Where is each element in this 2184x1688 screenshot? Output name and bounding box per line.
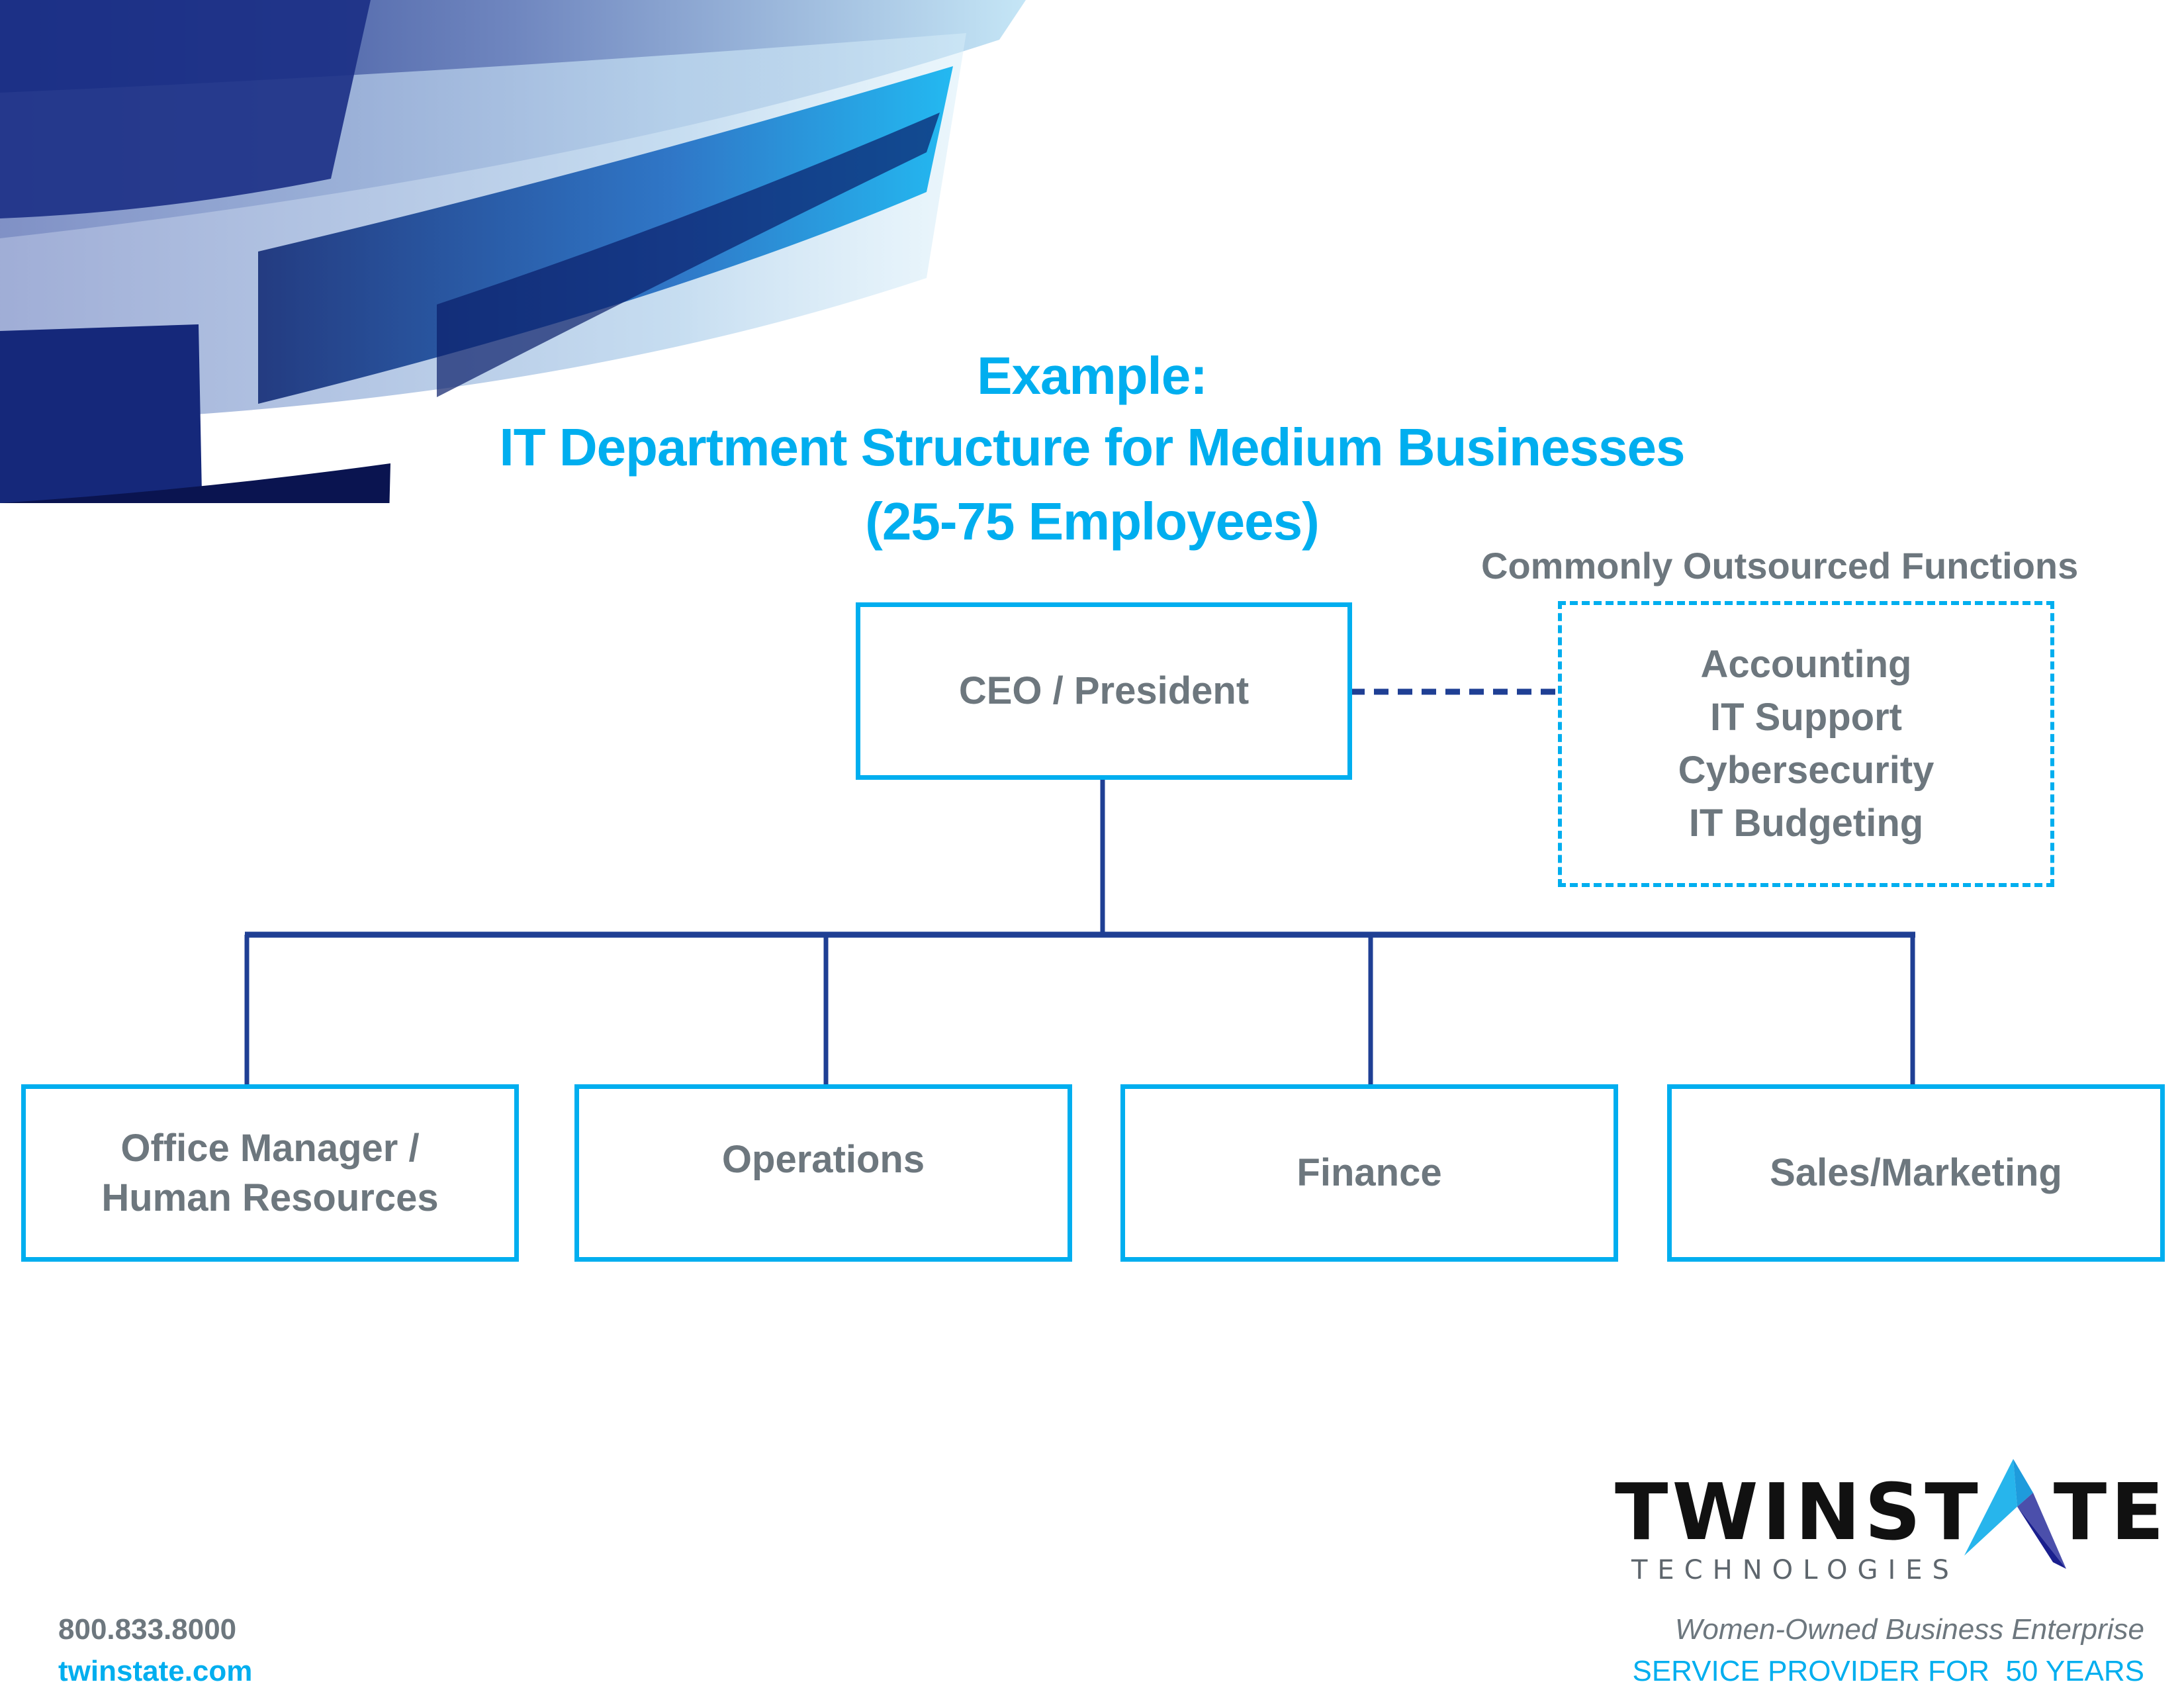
department-label-line-2: Human Resources	[101, 1176, 439, 1219]
department-label-line-1: Office Manager /	[120, 1126, 420, 1170]
finance-box: Finance	[1120, 1084, 1618, 1262]
logo-subtitle: TECHNOLOGIES	[1631, 1555, 1959, 1585]
logo-wordmark: TWINST TE	[1615, 1473, 2168, 1551]
website-link[interactable]: twinstate.com	[58, 1655, 252, 1688]
title-line-2: IT Department Structure for Medium Busin…	[499, 418, 1686, 477]
office-manager-hr-box: Office Manager / Human Resources	[21, 1084, 519, 1262]
sales-marketing-box: Sales/Marketing	[1667, 1084, 2165, 1262]
logo-wordmark-part-1: TWINST	[1615, 1466, 1982, 1558]
ceo-president-box: CEO / President	[856, 602, 1352, 780]
outsourced-functions-box: Accounting IT Support Cybersecurity IT B…	[1558, 601, 2054, 887]
outsourced-item: IT Support	[1710, 695, 1902, 739]
title-line-1: Example:	[977, 346, 1208, 405]
arrow-a-icon	[1964, 1459, 2066, 1569]
department-label: Finance	[1297, 1151, 1442, 1195]
service-provider-tagline: SERVICE PROVIDER FOR 50 YEARS	[1632, 1655, 2144, 1687]
outsourced-functions-heading: Commonly Outsourced Functions	[1481, 545, 2079, 586]
phone-number: 800.833.8000	[58, 1613, 237, 1646]
ceo-president-label: CEO / President	[958, 669, 1250, 713]
department-label: Operations	[721, 1138, 925, 1182]
outsourced-item: Cybersecurity	[1678, 749, 1934, 792]
wbe-tagline: Women-Owned Business Enterprise	[1674, 1613, 2144, 1646]
outsourced-item: IT Budgeting	[1688, 802, 1924, 845]
outsourced-item: Accounting	[1700, 642, 1912, 686]
operations-box: Operations	[574, 1084, 1072, 1262]
title-line-3: (25-75 Employees)	[865, 492, 1320, 551]
department-label: Sales/Marketing	[1770, 1151, 2062, 1195]
